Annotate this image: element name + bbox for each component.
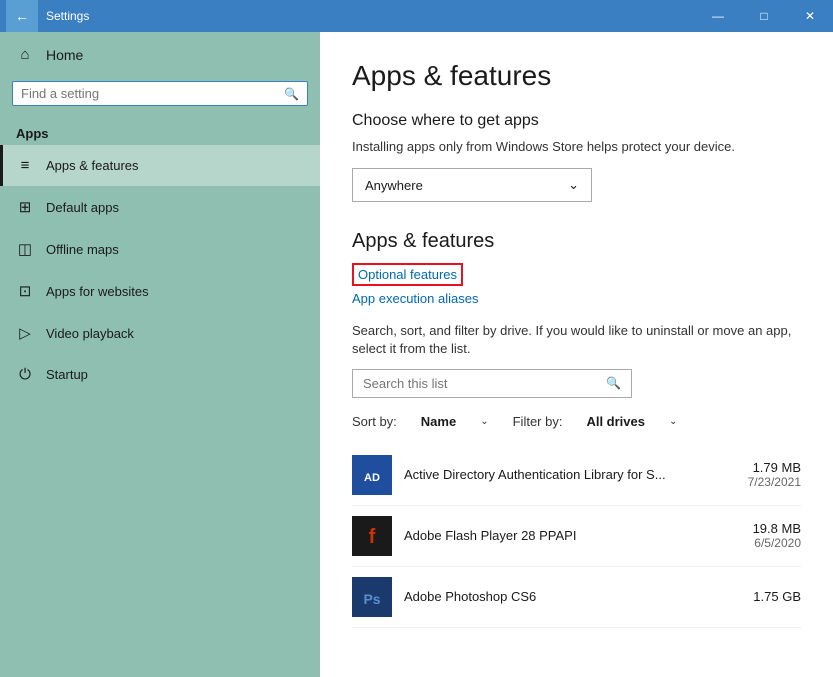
sidebar-item-label: Offline maps (46, 242, 119, 257)
search-description: Search, sort, and filter by drive. If yo… (352, 322, 801, 358)
sidebar: ⌂ Home 🔍 Apps ≡ Apps & features ⊞ Defaul… (0, 32, 320, 677)
sidebar-item-home[interactable]: ⌂ Home (0, 32, 320, 77)
sidebar-item-apps-websites[interactable]: ⊡ Apps for websites (0, 270, 320, 312)
app-info: Adobe Photoshop CS6 (404, 589, 741, 604)
app-size-col: 19.8 MB 6/5/2020 (753, 521, 801, 550)
app-size: 1.75 GB (753, 589, 801, 604)
startup-icon: ⏻ (16, 366, 34, 383)
sort-filter-row: Sort by: Name ⌄ Filter by: All drives ⌄ (352, 414, 801, 429)
app-icon: Ps (352, 577, 392, 617)
sidebar-search-icon: 🔍 (284, 87, 299, 101)
close-button[interactable]: ✕ (787, 0, 833, 32)
svg-text:f: f (369, 526, 376, 548)
sidebar-item-startup[interactable]: ⏻ Startup (0, 354, 320, 395)
sidebar-item-label: Video playback (46, 326, 134, 341)
where-to-get-apps-dropdown[interactable]: Anywhere ⌄ (352, 168, 592, 202)
sidebar-search-box[interactable]: 🔍 (12, 81, 308, 106)
choose-heading: Choose where to get apps (352, 112, 801, 130)
sort-value[interactable]: Name (421, 414, 456, 429)
app-list-item[interactable]: Ps Adobe Photoshop CS6 1.75 GB (352, 567, 801, 628)
dropdown-value: Anywhere (365, 178, 423, 193)
app-list-item[interactable]: AD Active Directory Authentication Libra… (352, 445, 801, 506)
close-icon: ✕ (805, 9, 815, 23)
sidebar-item-default-apps[interactable]: ⊞ Default apps (0, 186, 320, 228)
window-title: Settings (46, 9, 89, 23)
content-area: Apps & features Choose where to get apps… (320, 32, 833, 677)
filter-chevron-icon[interactable]: ⌄ (669, 416, 677, 427)
app-execution-row: App execution aliases (352, 290, 801, 308)
video-playback-icon: ▷ (16, 324, 34, 342)
app-date: 6/5/2020 (753, 536, 801, 550)
home-label: Home (46, 47, 83, 63)
optional-features-link[interactable]: Optional features (352, 263, 463, 286)
sidebar-item-offline-maps[interactable]: ◫ Offline maps (0, 228, 320, 270)
filter-label: Filter by: (513, 414, 563, 429)
window-controls: — □ ✕ (695, 0, 833, 32)
back-button[interactable]: ← (6, 0, 38, 32)
sidebar-section-label: Apps (0, 118, 320, 145)
back-icon: ← (15, 8, 29, 24)
app-size-col: 1.75 GB (753, 589, 801, 604)
offline-maps-icon: ◫ (16, 240, 34, 258)
sidebar-item-label: Startup (46, 367, 88, 382)
sidebar-item-label: Apps & features (46, 158, 139, 173)
sidebar-item-label: Default apps (46, 200, 119, 215)
app-size: 1.79 MB (748, 460, 801, 475)
app-name: Adobe Flash Player 28 PPAPI (404, 528, 741, 543)
maximize-button[interactable]: □ (741, 0, 787, 32)
search-icon: 🔍 (606, 376, 621, 390)
sort-label: Sort by: (352, 414, 397, 429)
app-execution-link[interactable]: App execution aliases (352, 291, 478, 306)
app-icon: AD (352, 455, 392, 495)
app-size-col: 1.79 MB 7/23/2021 (748, 460, 801, 489)
svg-text:Ps: Ps (363, 591, 380, 607)
titlebar: ← Settings — □ ✕ (0, 0, 833, 32)
page-title: Apps & features (352, 60, 801, 92)
app-search-box[interactable]: 🔍 (352, 369, 632, 398)
app-name: Active Directory Authentication Library … (404, 467, 736, 482)
titlebar-left: ← Settings (0, 0, 89, 32)
svg-text:AD: AD (364, 472, 380, 484)
app-info: Active Directory Authentication Library … (404, 467, 736, 482)
app-date: 7/23/2021 (748, 475, 801, 489)
filter-value[interactable]: All drives (586, 414, 645, 429)
apps-websites-icon: ⊡ (16, 282, 34, 300)
choose-description: Installing apps only from Windows Store … (352, 138, 801, 156)
app-list-item[interactable]: f Adobe Flash Player 28 PPAPI 19.8 MB 6/… (352, 506, 801, 567)
sidebar-item-video-playback[interactable]: ▷ Video playback (0, 312, 320, 354)
sort-chevron-icon[interactable]: ⌄ (480, 416, 488, 427)
apps-features-icon: ≡ (16, 157, 34, 174)
home-icon: ⌂ (16, 46, 34, 63)
maximize-icon: □ (760, 9, 767, 23)
sidebar-search-input[interactable] (21, 86, 284, 101)
minimize-button[interactable]: — (695, 0, 741, 32)
app-name: Adobe Photoshop CS6 (404, 589, 741, 604)
app-info: Adobe Flash Player 28 PPAPI (404, 528, 741, 543)
app-search-input[interactable] (363, 376, 606, 391)
minimize-icon: — (712, 9, 724, 23)
app-list: AD Active Directory Authentication Libra… (352, 445, 801, 628)
app-icon: f (352, 516, 392, 556)
app-size: 19.8 MB (753, 521, 801, 536)
default-apps-icon: ⊞ (16, 198, 34, 216)
main-layout: ⌂ Home 🔍 Apps ≡ Apps & features ⊞ Defaul… (0, 32, 833, 677)
dropdown-chevron-icon: ⌄ (568, 177, 579, 193)
apps-features-section-title: Apps & features (352, 230, 801, 253)
optional-features-row: Optional features (352, 263, 801, 286)
sidebar-item-label: Apps for websites (46, 284, 149, 299)
sidebar-item-apps-features[interactable]: ≡ Apps & features (0, 145, 320, 186)
